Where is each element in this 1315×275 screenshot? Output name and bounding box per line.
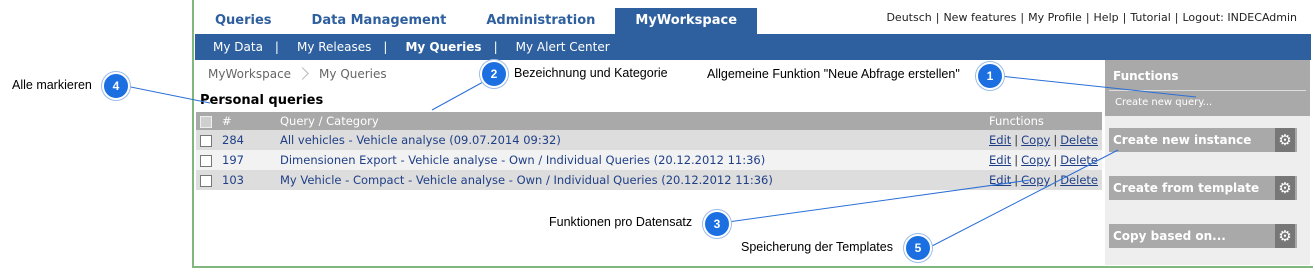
annotation-text-2: Bezeichnung und Kategorie (514, 66, 668, 80)
annotation-badge-5: 5 (904, 234, 932, 262)
annotation-text-1: Allgemeine Funktion "Neue Abfrage erstel… (707, 67, 960, 81)
annotation-badge-2: 2 (480, 60, 508, 88)
annotation-badge-3: 3 (703, 210, 731, 238)
annotation-text-4: Alle markieren (12, 78, 92, 92)
annotation-line-1 (999, 75, 1197, 98)
annotation-badge-4: 4 (102, 72, 130, 100)
annotation-text-3: Funktionen pro Datensatz (549, 215, 693, 229)
annotation-line-3 (727, 179, 1031, 223)
annotation-line-5 (931, 149, 1119, 247)
annotation-lines (125, 75, 1197, 247)
annotation-line-4 (125, 85, 211, 104)
annotation-badge-1: 1 (976, 62, 1004, 90)
annotation-text-5: Speicherung der Templates (741, 240, 893, 254)
